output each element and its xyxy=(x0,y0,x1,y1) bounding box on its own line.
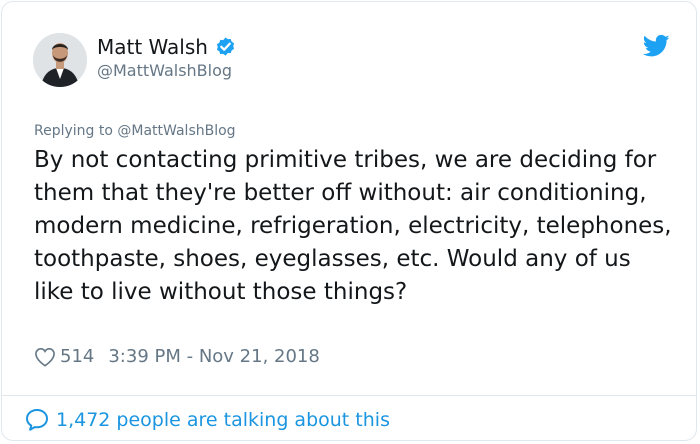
reply-handle-link[interactable]: @MattWalshBlog xyxy=(117,123,235,139)
divider xyxy=(2,395,696,396)
author-name-row[interactable]: Matt Walsh xyxy=(97,35,237,59)
tweet-meta: 514 3:39 PM - Nov 21, 2018 xyxy=(34,346,320,368)
author-handle[interactable]: @MattWalshBlog xyxy=(97,61,232,81)
talking-count-text[interactable]: 1,472 people are talking about this xyxy=(56,407,390,433)
avatar-image xyxy=(33,33,87,87)
reply-context: Replying to @MattWalshBlog xyxy=(34,122,236,140)
tweet-card: Matt Walsh @MattWalshBlog Replying to @M… xyxy=(1,1,697,441)
like-count[interactable]: 514 xyxy=(60,346,94,368)
author-name[interactable]: Matt Walsh xyxy=(97,35,208,59)
tweet-timestamp[interactable]: 3:39 PM - Nov 21, 2018 xyxy=(108,346,319,368)
twitter-bird-icon[interactable] xyxy=(643,34,670,58)
reply-prefix: Replying to xyxy=(34,123,113,139)
tweet-text: By not contacting primitive tribes, we a… xyxy=(34,147,672,305)
verified-badge-icon xyxy=(216,36,234,56)
avatar[interactable] xyxy=(33,33,87,87)
conversation-link[interactable]: 1,472 people are talking about this xyxy=(24,407,390,433)
speech-bubble-icon xyxy=(26,409,48,431)
heart-icon[interactable] xyxy=(34,347,56,367)
